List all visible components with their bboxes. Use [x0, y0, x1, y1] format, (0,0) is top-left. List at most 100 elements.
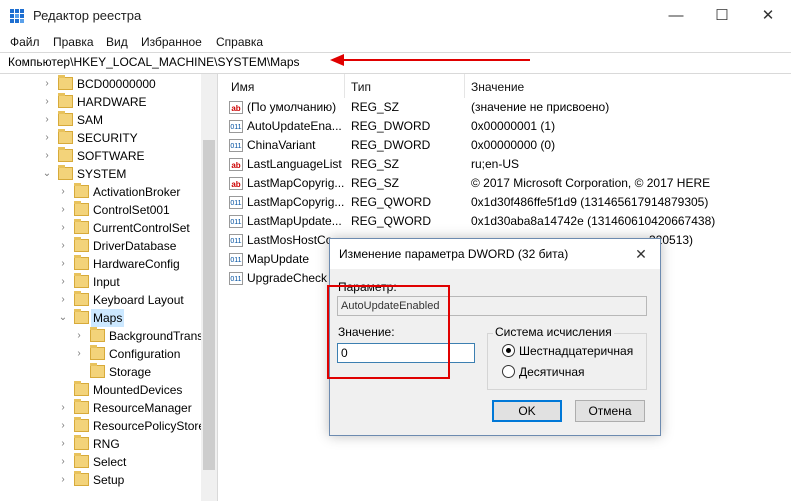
dialog-title: Изменение параметра DWORD (32 бита) — [339, 247, 569, 261]
tree-item-label: BackgroundTrans — [109, 329, 204, 343]
chevron-right-icon[interactable]: › — [58, 255, 68, 273]
value-name: LastLanguageList — [247, 157, 342, 171]
base-group-label: Система исчисления — [493, 325, 614, 339]
tree-item-label: Configuration — [109, 347, 181, 361]
hex-radio-label[interactable]: Шестнадцатеричная — [519, 344, 633, 358]
value-type: REG_DWORD — [351, 138, 431, 152]
folder-icon — [74, 471, 89, 486]
chevron-right-icon[interactable]: › — [58, 471, 68, 489]
address-path[interactable]: Компьютер\HKEY_LOCAL_MACHINE\SYSTEM\Maps — [8, 55, 300, 69]
chevron-right-icon[interactable]: › — [74, 327, 84, 345]
chevron-right-icon[interactable]: › — [58, 417, 68, 435]
column-divider[interactable] — [344, 74, 345, 98]
decimal-radio[interactable] — [502, 365, 515, 378]
value-type: REG_SZ — [351, 157, 400, 171]
hex-radio[interactable] — [502, 344, 515, 357]
folder-icon — [74, 453, 89, 468]
value-data: 0x00000001 (1) — [471, 119, 556, 133]
chevron-right-icon[interactable]: › — [58, 183, 68, 201]
folder-icon — [90, 363, 105, 378]
column-header-name[interactable]: Имя — [231, 76, 254, 98]
chevron-right-icon[interactable]: › — [74, 345, 84, 363]
chevron-right-icon[interactable]: › — [58, 435, 68, 453]
value-type: REG_QWORD — [351, 214, 432, 228]
value-data: © 2017 Microsoft Corporation, © 2017 HER… — [471, 176, 711, 190]
chevron-right-icon[interactable]: › — [42, 93, 52, 111]
value-name: LastMosHostCo — [247, 233, 333, 247]
chevron-right-icon[interactable]: › — [58, 219, 68, 237]
menu-file[interactable]: Файл — [10, 35, 40, 49]
value-type: REG_DWORD — [351, 119, 431, 133]
tree-item-label: SAM — [77, 113, 104, 127]
chevron-right-icon[interactable]: › — [58, 237, 68, 255]
folder-icon — [74, 309, 89, 324]
folder-icon — [74, 381, 89, 396]
red-arrow-annotation — [330, 54, 530, 66]
menu-help[interactable]: Справка — [216, 35, 263, 49]
chevron-down-icon[interactable]: ⌄ — [42, 165, 52, 183]
string-value-icon: ab — [229, 177, 243, 190]
tree-scrollbar-thumb[interactable] — [203, 140, 215, 470]
tree-item-label: RNG — [93, 437, 120, 451]
value-name: LastMapCopyrig... — [247, 195, 345, 209]
value-data: (значение не присвоено) — [471, 100, 610, 114]
tree-item-label: Select — [93, 455, 127, 469]
chevron-right-icon[interactable]: › — [58, 453, 68, 471]
decimal-radio-label[interactable]: Десятичная — [519, 365, 585, 379]
tree-item-label: ResourcePolicyStore — [93, 419, 206, 433]
base-groupbox — [487, 333, 647, 390]
chevron-right-icon[interactable]: › — [58, 273, 68, 291]
folder-icon — [58, 147, 73, 162]
chevron-right-icon[interactable]: › — [42, 111, 52, 129]
value-type: REG_SZ — [351, 100, 400, 114]
value-name: AutoUpdateEna... — [247, 119, 342, 133]
folder-icon — [58, 75, 73, 90]
binary-value-icon: 011 — [229, 272, 243, 285]
tree-item-label: Storage — [109, 365, 152, 379]
dialog-close-button[interactable]: ✕ — [628, 241, 654, 267]
tree-item-label: Maps — [91, 309, 125, 327]
tree-item-label: CurrentControlSet — [93, 221, 190, 235]
minimize-button[interactable]: — — [653, 0, 699, 32]
folder-icon — [58, 165, 73, 180]
folder-icon — [58, 111, 73, 126]
tree-item-label: SOFTWARE — [77, 149, 145, 163]
folder-icon — [58, 129, 73, 144]
tree-item-label: SECURITY — [77, 131, 138, 145]
binary-value-icon: 011 — [229, 215, 243, 228]
menu-favorites[interactable]: Избранное — [141, 35, 202, 49]
chevron-right-icon[interactable]: › — [58, 201, 68, 219]
folder-icon — [74, 255, 89, 270]
folder-icon — [74, 291, 89, 306]
chevron-right-icon[interactable]: › — [42, 147, 52, 165]
value-data: 0x1d30f486ffe5f1d9 (131465617914879305) — [471, 195, 709, 209]
column-header-type[interactable]: Тип — [351, 76, 371, 98]
ok-button[interactable]: OK — [492, 400, 562, 422]
folder-icon — [74, 237, 89, 252]
chevron-right-icon[interactable]: › — [42, 75, 52, 93]
cancel-button[interactable]: Отмена — [575, 400, 645, 422]
folder-icon — [58, 93, 73, 108]
registry-editor-icon — [10, 9, 24, 23]
value-type: REG_SZ — [351, 176, 400, 190]
string-value-icon: ab — [229, 101, 243, 114]
chevron-down-icon[interactable]: ⌄ — [58, 309, 68, 327]
value-data: 0x1d30aba8a14742e (131460610420667438) — [471, 214, 716, 228]
column-divider[interactable] — [464, 74, 465, 98]
tree-item-label: SYSTEM — [77, 167, 127, 181]
chevron-right-icon[interactable]: › — [58, 291, 68, 309]
folder-icon — [74, 399, 89, 414]
tree-item-label: HardwareConfig — [93, 257, 180, 271]
menu-edit[interactable]: Правка — [53, 35, 94, 49]
binary-value-icon: 011 — [229, 196, 243, 209]
tree-item-label: BCD00000000 — [77, 77, 156, 91]
chevron-right-icon[interactable]: › — [58, 399, 68, 417]
menu-view[interactable]: Вид — [106, 35, 128, 49]
maximize-button[interactable]: ☐ — [699, 0, 745, 32]
column-header-data[interactable]: Значение — [471, 76, 524, 98]
chevron-right-icon[interactable]: › — [42, 129, 52, 147]
close-button[interactable]: ✕ — [745, 0, 791, 32]
tree-item-label: DriverDatabase — [93, 239, 177, 253]
tree-item-label: ResourceManager — [93, 401, 192, 415]
window-title: Редактор реестра — [33, 8, 142, 23]
